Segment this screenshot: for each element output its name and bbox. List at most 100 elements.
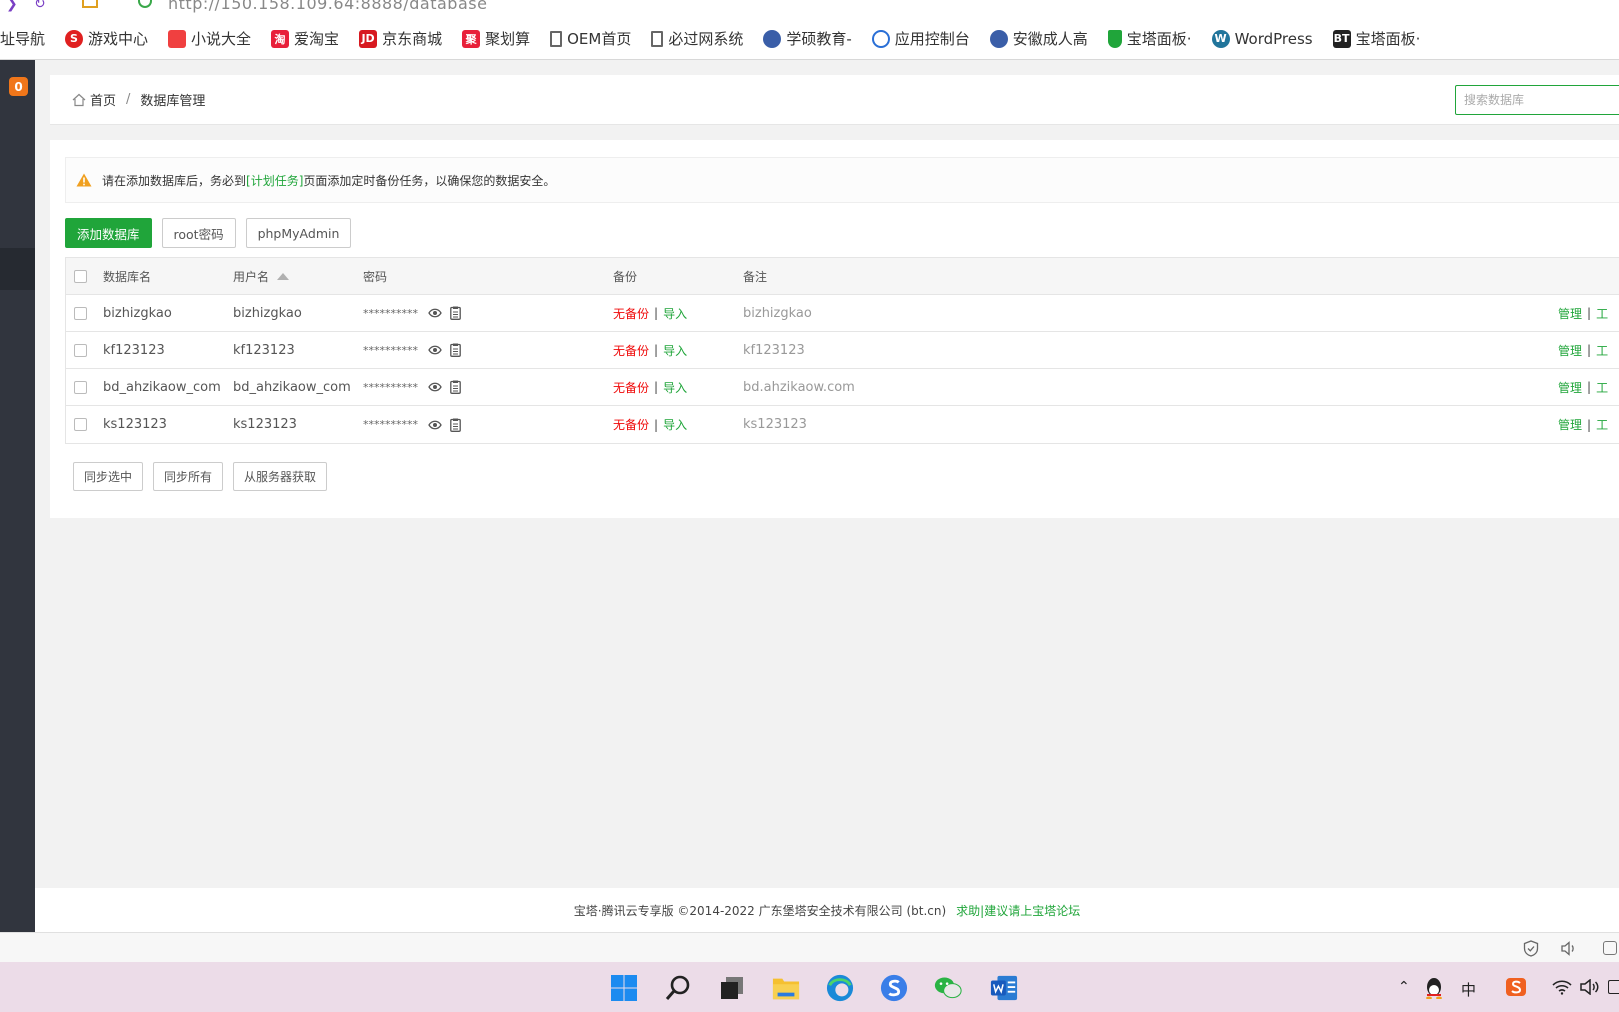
- start-icon[interactable]: [610, 974, 638, 1002]
- file-explorer-icon[interactable]: [772, 974, 800, 1002]
- copy-icon[interactable]: [450, 380, 461, 394]
- db-operations: 管理 | 工: [1558, 295, 1608, 331]
- sidebar-item-database[interactable]: [0, 248, 35, 290]
- copy-icon[interactable]: [450, 418, 461, 432]
- word-icon[interactable]: [990, 974, 1018, 1002]
- row-checkbox[interactable]: [74, 418, 87, 431]
- database-panel: 请在添加数据库后，务必到 [计划任务] 页面添加定时备份任务，以确保您的数据安全…: [50, 140, 1619, 518]
- home-icon[interactable]: [72, 93, 86, 107]
- no-backup-link[interactable]: 无备份: [613, 305, 649, 322]
- bookmark-item[interactable]: W WordPress: [1211, 29, 1313, 48]
- tools-link[interactable]: 工: [1596, 305, 1608, 322]
- import-link[interactable]: 导入: [663, 416, 687, 433]
- fetch-from-server-button[interactable]: 从服务器获取: [233, 462, 328, 491]
- wifi-icon[interactable]: [1552, 979, 1572, 995]
- no-backup-link[interactable]: 无备份: [613, 379, 649, 396]
- row-checkbox[interactable]: [74, 306, 87, 320]
- import-link[interactable]: 导入: [663, 379, 687, 396]
- cron-task-link[interactable]: [计划任务]: [246, 172, 303, 189]
- refresh-icon[interactable]: ↻: [34, 0, 46, 12]
- eye-icon[interactable]: [428, 345, 442, 355]
- root-password-button[interactable]: root密码: [161, 218, 236, 248]
- sync-selected-button[interactable]: 同步选中: [73, 462, 144, 491]
- taskview-icon[interactable]: [718, 974, 746, 1002]
- search-icon[interactable]: [664, 974, 692, 1002]
- bookmark-item[interactable]: S 游戏中心: [65, 28, 148, 49]
- divider: |: [1587, 380, 1592, 394]
- battery-icon[interactable]: [1608, 980, 1619, 994]
- url-text[interactable]: http://150.158.109.64:8888/database: [168, 0, 487, 13]
- eye-icon[interactable]: [428, 382, 442, 392]
- sync-all-button[interactable]: 同步所有: [153, 462, 224, 491]
- edge-icon[interactable]: [826, 974, 854, 1002]
- bookmark-item[interactable]: BT 宝塔面板·: [1332, 28, 1420, 49]
- db-note[interactable]: ks123123: [743, 406, 807, 443]
- manage-link[interactable]: 管理: [1558, 305, 1582, 322]
- bookmark-item[interactable]: 安徽成人高: [989, 28, 1088, 49]
- db-note[interactable]: bizhizgkao: [743, 295, 812, 331]
- tools-link[interactable]: 工: [1596, 342, 1608, 359]
- select-all-checkbox[interactable]: [74, 269, 87, 283]
- eye-icon[interactable]: [428, 308, 442, 318]
- bookmark-item[interactable]: 应用控制台: [871, 28, 970, 49]
- db-name: kf123123: [103, 342, 165, 358]
- home-icon[interactable]: [82, 0, 98, 8]
- sort-asc-icon[interactable]: [277, 272, 290, 280]
- db-name: bizhizgkao: [103, 305, 172, 321]
- row-checkbox[interactable]: [74, 343, 87, 357]
- header-name[interactable]: 数据库名: [103, 258, 151, 294]
- tools-link[interactable]: 工: [1596, 379, 1608, 396]
- bookmark-label: 址导航: [0, 30, 46, 48]
- wechat-icon[interactable]: [934, 974, 962, 1002]
- manage-link[interactable]: 管理: [1558, 379, 1582, 396]
- volume-icon[interactable]: [1580, 979, 1600, 995]
- wordpress-icon: W: [1211, 29, 1230, 48]
- qq-icon[interactable]: [1425, 977, 1443, 999]
- eye-icon[interactable]: [428, 420, 442, 430]
- windows-taskbar: ⌃ 中: [0, 962, 1619, 1012]
- bookmark-item[interactable]: 址导航: [0, 28, 45, 49]
- manage-link[interactable]: 管理: [1558, 342, 1582, 359]
- breadcrumb-home[interactable]: 首页: [90, 90, 116, 109]
- bookmark-item[interactable]: 小说大全: [168, 28, 251, 49]
- bookmark-item[interactable]: 聚聚划算: [462, 28, 530, 49]
- no-backup-link[interactable]: 无备份: [613, 342, 649, 359]
- phpmyadmin-button[interactable]: phpMyAdmin: [245, 218, 352, 248]
- row-checkbox[interactable]: [74, 380, 87, 394]
- db-operations: 管理 | 工: [1558, 332, 1608, 368]
- notification-badge[interactable]: 0: [9, 77, 28, 96]
- bookmark-item[interactable]: JD 京东商城: [359, 28, 442, 49]
- sogou-ime-icon[interactable]: [1505, 977, 1527, 997]
- address-bar[interactable]: ❯ ↻ http://150.158.109.64:8888/database: [0, 0, 1619, 18]
- bookmark-item[interactable]: 宝塔面板·: [1107, 28, 1192, 49]
- db-note[interactable]: kf123123: [743, 332, 805, 368]
- header-user[interactable]: 用户名: [233, 258, 290, 294]
- bookmark-item[interactable]: OEM首页: [550, 28, 631, 49]
- no-backup-link[interactable]: 无备份: [613, 416, 649, 433]
- divider: |: [1587, 343, 1592, 357]
- add-database-button[interactable]: 添加数据库: [65, 218, 152, 248]
- bookmark-item[interactable]: 学硕教育-: [763, 28, 852, 49]
- bookmark-item[interactable]: 必过网系统: [651, 28, 743, 49]
- forum-link[interactable]: 求助|建议请上宝塔论坛: [956, 902, 1080, 919]
- copy-icon[interactable]: [450, 306, 461, 320]
- manage-link[interactable]: 管理: [1558, 416, 1582, 433]
- import-link[interactable]: 导入: [663, 305, 687, 322]
- tray-chevron-up-icon[interactable]: ⌃: [1398, 979, 1410, 995]
- db-name: bd_ahzikaow_com: [103, 379, 221, 395]
- forward-icon[interactable]: ❯: [6, 0, 18, 12]
- window-icon[interactable]: [1603, 941, 1617, 955]
- bookmark-item[interactable]: 淘爱淘宝: [271, 28, 339, 49]
- speaker-icon[interactable]: [1560, 941, 1578, 956]
- ime-indicator[interactable]: 中: [1461, 979, 1476, 1000]
- tools-link[interactable]: 工: [1596, 416, 1608, 433]
- sogou-icon[interactable]: [880, 974, 908, 1002]
- shield-check-icon[interactable]: [1523, 940, 1539, 957]
- bottom-actions: 同步选中 同步所有 从服务器获取: [73, 462, 337, 491]
- copy-icon[interactable]: [450, 343, 461, 357]
- db-note[interactable]: bd.ahzikaow.com: [743, 369, 855, 405]
- notice-prefix: 请在添加数据库后，务必到: [102, 173, 247, 188]
- bookmark-label: 必过网系统: [668, 30, 744, 48]
- import-link[interactable]: 导入: [663, 342, 687, 359]
- search-input[interactable]: [1455, 85, 1619, 115]
